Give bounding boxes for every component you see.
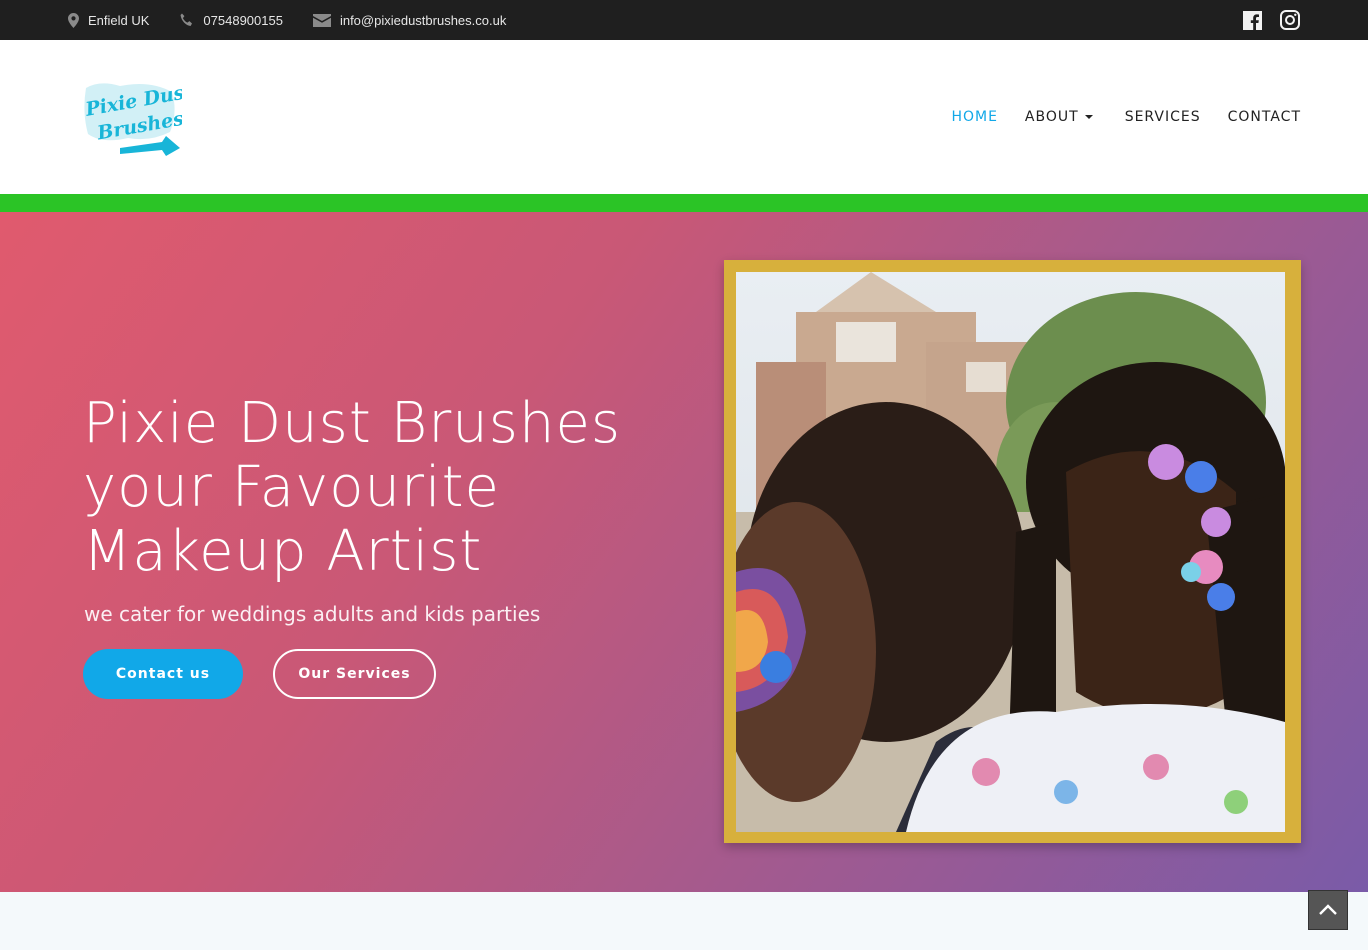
hero-photo-frame — [724, 260, 1301, 843]
instagram-link[interactable] — [1280, 10, 1300, 30]
nav-services[interactable]: SERVICES — [1125, 109, 1201, 125]
nav-about[interactable]: ABOUT — [1025, 109, 1093, 125]
facebook-icon — [1243, 10, 1262, 30]
envelope-icon — [312, 13, 331, 27]
facebook-link[interactable] — [1243, 10, 1262, 30]
site-header: Pixie Dust Brushes HOME ABOUT SERVICES C… — [0, 40, 1368, 194]
instagram-icon — [1280, 10, 1300, 30]
phone-item[interactable]: 07548900155 — [179, 13, 283, 28]
email-item[interactable]: info@pixiedustbrushes.co.uk — [312, 13, 506, 28]
scroll-to-top-button[interactable] — [1308, 890, 1348, 930]
nav-contact[interactable]: CONTACT — [1228, 109, 1301, 125]
hero-title: Pixie Dust Brushes your Favourite Makeup… — [83, 391, 622, 584]
our-services-button[interactable]: Our Services — [273, 649, 436, 699]
next-section — [0, 892, 1368, 950]
phone-icon — [180, 13, 193, 26]
hero-photo — [736, 272, 1285, 832]
map-marker-icon — [68, 12, 79, 28]
site-logo[interactable]: Pixie Dust Brushes — [80, 78, 195, 158]
nav-home[interactable]: HOME — [951, 109, 997, 125]
caret-down-icon — [1084, 115, 1093, 119]
phone-text[interactable]: 07548900155 — [203, 13, 283, 28]
main-nav: HOME ABOUT SERVICES CONTACT — [924, 40, 1301, 194]
chevron-up-icon — [1319, 904, 1337, 915]
top-bar: Enfield UK 07548900155 info@pixiedustbru… — [0, 0, 1368, 40]
hero-subtitle: we cater for weddings adults and kids pa… — [84, 602, 541, 626]
contact-info: Enfield UK 07548900155 info@pixiedustbru… — [68, 0, 536, 40]
social-links — [1225, 0, 1300, 40]
location-text: Enfield UK — [88, 12, 150, 28]
green-divider — [0, 194, 1368, 212]
hero-section: Pixie Dust Brushes your Favourite Makeup… — [0, 212, 1368, 892]
email-text[interactable]: info@pixiedustbrushes.co.uk — [340, 13, 506, 28]
location-item: Enfield UK — [68, 12, 150, 28]
contact-us-button[interactable]: Contact us — [83, 649, 243, 699]
